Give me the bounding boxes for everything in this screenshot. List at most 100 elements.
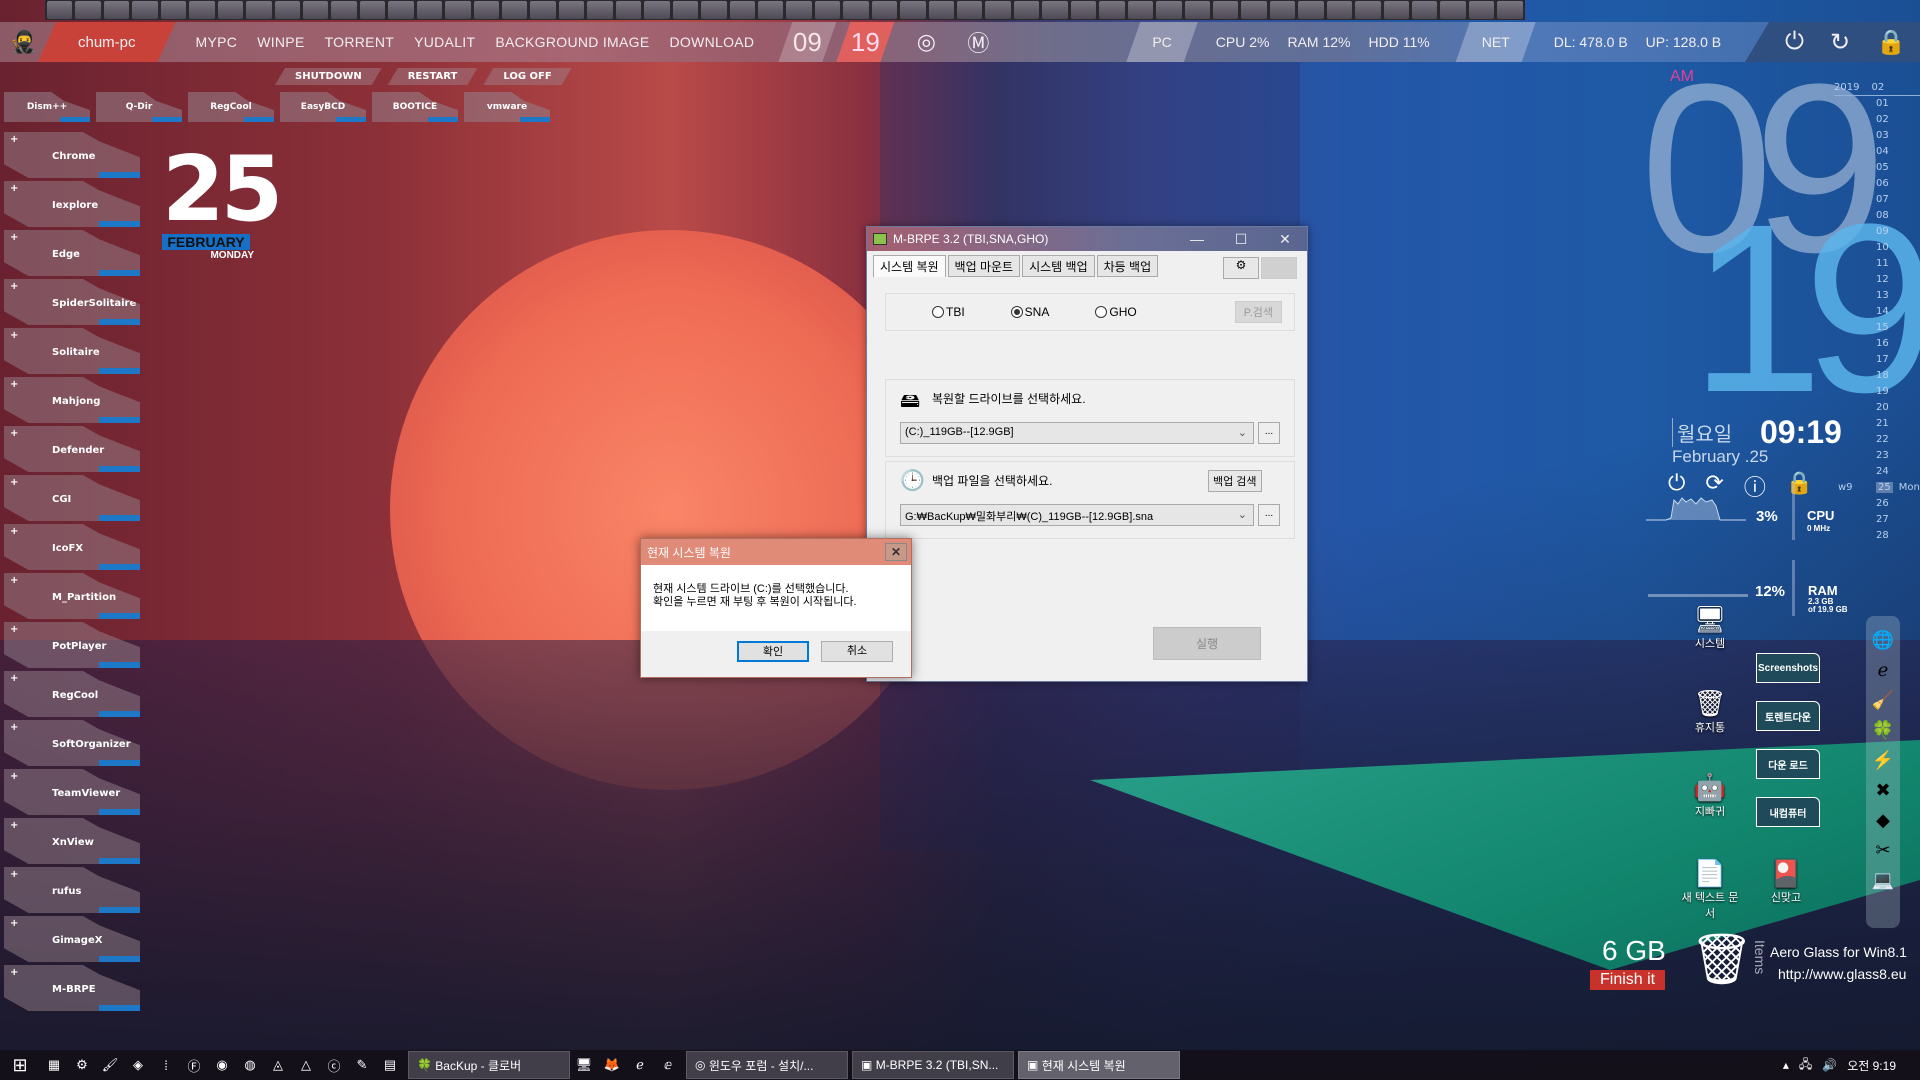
- backup-browse-button[interactable]: ...: [1258, 504, 1280, 526]
- task-confirm-dialog[interactable]: ▣ 현재 시스템 복원: [1018, 1051, 1180, 1079]
- drive-icon[interactable]: ▤: [376, 1057, 404, 1073]
- trash-icon[interactable]: 🗑: [1690, 930, 1753, 989]
- launcher-item[interactable]: + M_Partition: [4, 573, 140, 619]
- tool-chip[interactable]: Dism++: [4, 92, 90, 122]
- quick-launch-icon[interactable]: [900, 1, 926, 19]
- tool-chip[interactable]: vmware: [464, 92, 550, 122]
- launcher-item[interactable]: + M-BRPE: [4, 965, 140, 1011]
- run-button[interactable]: 실행: [1153, 627, 1261, 660]
- computer-icon[interactable]: 💻: [1872, 870, 1894, 891]
- store-icon[interactable]: ▦: [40, 1057, 68, 1073]
- drive-dropdown[interactable]: (C:)_119GB--[12.9GB] ⌄: [900, 422, 1254, 444]
- tab-system-restore[interactable]: 시스템 복원: [873, 255, 946, 277]
- backup-file-dropdown[interactable]: G:₩BacKup₩밀화부리₩(C)_119GB--[12.9GB].sna ⌄: [900, 504, 1254, 526]
- folder-downloads[interactable]: 다운 로드: [1756, 749, 1820, 779]
- quick-launch-icon[interactable]: [502, 1, 528, 19]
- radio-tbi[interactable]: TBI: [932, 305, 965, 319]
- confirm-titlebar[interactable]: 현재 시스템 복원 ✕: [641, 539, 911, 565]
- radio-gho[interactable]: GHO: [1095, 305, 1137, 319]
- backup-search-button[interactable]: 백업 검색: [1208, 470, 1262, 492]
- task-mbrpe[interactable]: ▣ M-BRPE 3.2 (TBI,SN...: [852, 1051, 1014, 1079]
- lock-icon[interactable]: 🔒: [1876, 28, 1906, 57]
- p-search-button[interactable]: P.검색: [1234, 301, 1282, 323]
- quick-launch-icon[interactable]: [1156, 1, 1182, 19]
- tab-differential-backup[interactable]: 차등 백업: [1096, 255, 1159, 277]
- quick-launch-icon[interactable]: [1412, 1, 1438, 19]
- app-icon[interactable]: ◉: [208, 1057, 236, 1073]
- quick-launch-icon[interactable]: [701, 1, 727, 19]
- quick-launch-icon[interactable]: [615, 1, 642, 19]
- firefox-icon[interactable]: 🦊: [598, 1057, 626, 1073]
- fx-icon[interactable]: Ⓕ: [180, 1056, 208, 1075]
- quick-launch-icon[interactable]: [1355, 1, 1381, 19]
- quick-launch-icon[interactable]: [530, 1, 556, 19]
- settings-icon[interactable]: ⚙: [68, 1057, 96, 1073]
- quick-launch-icon[interactable]: [274, 1, 300, 19]
- tab-backup-mount[interactable]: 백업 마운트: [947, 255, 1021, 277]
- launcher-item[interactable]: + Mahjong: [4, 377, 140, 423]
- quick-launch-icon[interactable]: [359, 1, 386, 19]
- quick-launch-icon[interactable]: [75, 1, 101, 19]
- quick-launch-icon[interactable]: [189, 1, 215, 19]
- settings-tool-button[interactable]: ⚙: [1223, 257, 1259, 279]
- quick-launch-icon[interactable]: [1212, 1, 1239, 19]
- quick-launch-icon[interactable]: [985, 1, 1011, 19]
- launcher-item[interactable]: + XnView: [4, 818, 140, 864]
- drive-browse-button[interactable]: ...: [1258, 422, 1280, 444]
- launcher-item[interactable]: + Chrome: [4, 132, 140, 178]
- chrome-icon[interactable]: ◎: [906, 29, 946, 55]
- snipping-tool-icon[interactable]: ✂: [1875, 840, 1890, 861]
- task-backup-clover[interactable]: 🍀 BacKup - 클로버: [408, 1051, 570, 1079]
- nav-winpe[interactable]: WINPE: [257, 34, 304, 50]
- launcher-item[interactable]: + Solitaire: [4, 328, 140, 374]
- paint-icon[interactable]: 🖌: [96, 1057, 124, 1073]
- quick-launch-icon[interactable]: [416, 1, 443, 19]
- desktop-icon-system[interactable]: 🖥 시스템: [1678, 604, 1742, 651]
- edge-icon[interactable]: ℯ: [626, 1057, 654, 1073]
- launcher-item[interactable]: + Defender: [4, 426, 140, 472]
- quick-launch-icon[interactable]: [1127, 1, 1154, 19]
- winamp-icon[interactable]: ⚡: [1872, 750, 1894, 771]
- quick-launch-icon[interactable]: [1184, 1, 1210, 19]
- quick-launch-icon[interactable]: [302, 1, 329, 19]
- quick-launch-icon[interactable]: [388, 1, 414, 19]
- desktop-icon-thrush[interactable]: 🤖 지빠귀: [1678, 772, 1742, 819]
- empty-recycle-button[interactable]: Finish it: [1590, 970, 1666, 990]
- app-icon[interactable]: ◈: [124, 1057, 152, 1073]
- quick-launch-icon[interactable]: [644, 1, 670, 19]
- quick-launch-icon[interactable]: [871, 1, 898, 19]
- ccleaner-icon[interactable]: ⓒ: [320, 1056, 348, 1075]
- xshell-icon[interactable]: ✖: [1875, 780, 1890, 801]
- nav-yudalit[interactable]: YUDALIT: [414, 34, 475, 50]
- desktop-icon-new-text-doc[interactable]: 📄 새 텍스트 문서: [1678, 858, 1742, 921]
- launcher-item[interactable]: + SoftOrganizer: [4, 720, 140, 766]
- quick-launch-icon[interactable]: [957, 1, 983, 19]
- quick-launch-icon[interactable]: [1383, 1, 1409, 19]
- launcher-item[interactable]: + rufus: [4, 867, 140, 913]
- quick-launch-icon[interactable]: [473, 1, 499, 19]
- quick-launch-icon[interactable]: [217, 1, 244, 19]
- launcher-item[interactable]: + TeamViewer: [4, 769, 140, 815]
- logoff-button[interactable]: LOG OFF: [483, 68, 571, 85]
- minimize-button[interactable]: —: [1175, 227, 1219, 251]
- quick-launch-icon[interactable]: [1241, 1, 1267, 19]
- desktop-icon-game[interactable]: 🎴 신맞고: [1754, 858, 1818, 905]
- tool-chip[interactable]: RegCool: [188, 92, 274, 122]
- folder-torrent-download[interactable]: 토렌트다운: [1756, 701, 1820, 731]
- quick-launch-icon[interactable]: [47, 1, 73, 19]
- launcher-item[interactable]: + IcoFX: [4, 524, 140, 570]
- quick-launch-icon[interactable]: [103, 1, 130, 19]
- network-icon[interactable]: 🖧: [1799, 1055, 1812, 1076]
- tool-chip[interactable]: BOOTICE: [372, 92, 458, 122]
- logoff-icon[interactable]: ⓘ: [1744, 470, 1766, 502]
- ok-button[interactable]: 확인: [737, 641, 809, 662]
- quick-launch-icon[interactable]: [1099, 1, 1125, 19]
- nav-download[interactable]: DOWNLOAD: [669, 34, 754, 50]
- quick-launch-icon[interactable]: [1440, 1, 1466, 19]
- radio-circle[interactable]: [1095, 306, 1108, 318]
- close-icon[interactable]: ✕: [885, 543, 907, 561]
- quick-launch-icon[interactable]: [587, 1, 613, 19]
- volume-icon[interactable]: 🔊: [1822, 1058, 1837, 1072]
- quick-launch-icon[interactable]: [672, 1, 699, 19]
- nav-background-image[interactable]: BACKGROUND IMAGE: [495, 34, 649, 50]
